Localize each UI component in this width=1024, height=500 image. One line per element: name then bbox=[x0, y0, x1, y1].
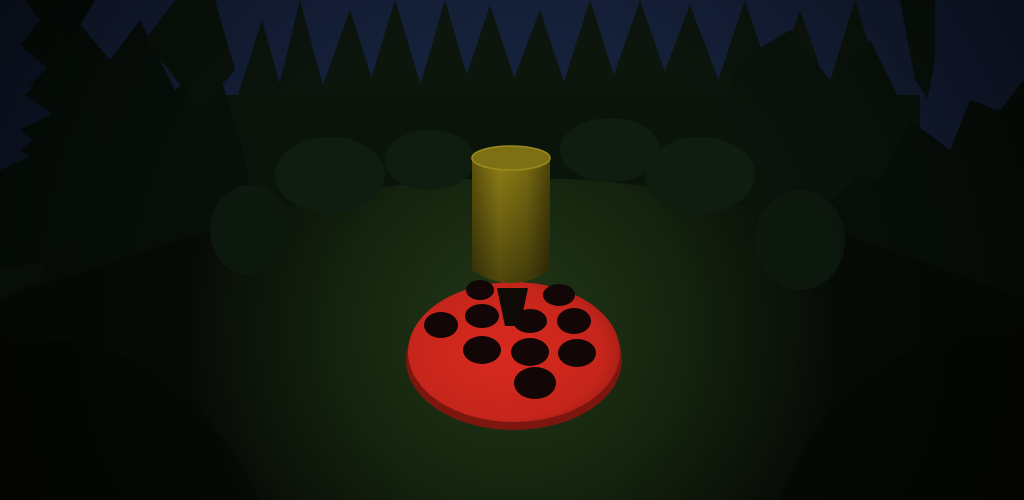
vignette-overlay bbox=[0, 0, 1024, 500]
scene-canvas bbox=[0, 0, 1024, 500]
game-viewport[interactable] bbox=[0, 0, 1024, 500]
